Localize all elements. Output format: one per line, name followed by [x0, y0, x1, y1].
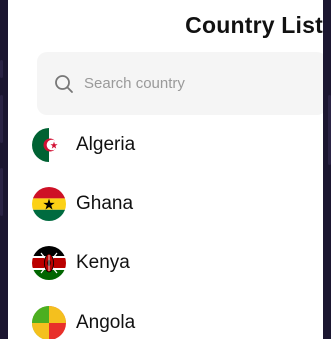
device-frame-right [323, 0, 331, 339]
page-title: Country List [185, 12, 323, 38]
algeria-flag-icon [32, 128, 66, 162]
device-volume-down-button [0, 168, 3, 216]
list-item-ghana[interactable]: Ghana [32, 187, 322, 227]
search-icon [54, 74, 74, 94]
country-name: Kenya [76, 252, 130, 273]
country-name: Angola [76, 312, 136, 333]
device-side-button [0, 60, 3, 78]
app-screen: Country List Search country Algeria Ghan… [8, 0, 323, 339]
ghana-flag-icon [32, 187, 66, 221]
list-item-algeria[interactable]: Algeria [32, 128, 322, 168]
country-name: Ghana [76, 193, 134, 214]
country-name: Algeria [76, 134, 136, 155]
device-volume-up-button [0, 95, 3, 143]
angola-flag-icon [32, 306, 66, 339]
kenya-flag-icon [32, 246, 66, 280]
search-bar[interactable]: Search country [37, 52, 323, 115]
search-input[interactable]: Search country [84, 75, 185, 92]
list-item-angola[interactable]: Angola [32, 306, 322, 339]
list-item-kenya[interactable]: Kenya [32, 246, 322, 286]
device-frame-left [0, 0, 8, 339]
